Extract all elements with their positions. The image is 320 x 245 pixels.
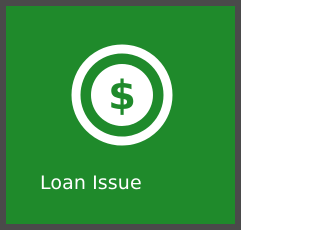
tile-label: Loan Issue bbox=[40, 172, 142, 194]
loan-issue-tile[interactable]: $ Loan Issue bbox=[0, 0, 241, 230]
dollar-coin-icon: $ bbox=[70, 43, 174, 147]
dollar-sign-glyph: $ bbox=[108, 73, 136, 119]
